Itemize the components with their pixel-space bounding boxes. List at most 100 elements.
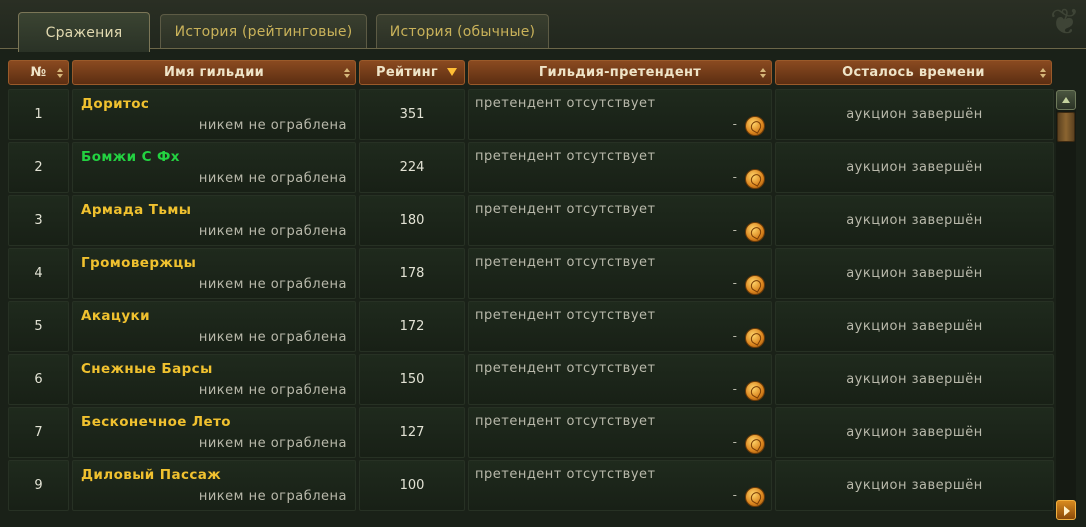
column-header-guild-label: Имя гильдии — [163, 65, 265, 80]
guild-name-link[interactable]: Доритос — [81, 96, 149, 112]
guild-cell: Доритос никем не ограблена — [72, 89, 356, 140]
gold-coin-icon[interactable] — [745, 275, 765, 295]
row-number: 7 — [8, 407, 69, 458]
pretender-status: претендент отсутствует — [475, 149, 656, 164]
robbed-status: никем не ограблена — [198, 383, 347, 398]
bid-value: - — [732, 329, 737, 343]
rating-value: 150 — [359, 354, 465, 405]
row-number: 1 — [8, 89, 69, 140]
guild-name-link[interactable]: Снежные Барсы — [81, 361, 213, 377]
guild-cell: Армада Тьмы никем не ограблена — [72, 195, 356, 246]
bid-value: - — [732, 117, 737, 131]
scroll-up-button[interactable] — [1056, 90, 1076, 110]
gold-coin-icon[interactable] — [745, 116, 765, 136]
battles-table: 1 Доритос никем не ограблена 351 претенд… — [8, 89, 1054, 526]
guild-cell: Бесконечное Лето никем не ограблена — [72, 407, 356, 458]
table-row[interactable]: 3 Армада Тьмы никем не ограблена 180 пре… — [8, 195, 1054, 246]
table-row[interactable]: 2 Бомжи С Фх никем не ограблена 224 прет… — [8, 142, 1054, 193]
guild-name-link[interactable]: Громовержцы — [81, 255, 196, 271]
gold-coin-icon[interactable] — [745, 434, 765, 454]
guild-cell: Бомжи С Фх никем не ограблена — [72, 142, 356, 193]
column-header-time-left[interactable]: Осталось времени — [775, 60, 1052, 85]
table-row[interactable]: 9 Диловый Пассаж никем не ограблена 100 … — [8, 460, 1054, 511]
table-row[interactable]: 4 Громовержцы никем не ограблена 178 пре… — [8, 248, 1054, 299]
rating-value: 224 — [359, 142, 465, 193]
sort-arrows-icon — [57, 68, 63, 78]
guild-name-link[interactable]: Бесконечное Лето — [81, 414, 231, 430]
pretender-cell: претендент отсутствует - — [468, 89, 772, 140]
robbed-status: никем не ограблена — [198, 489, 347, 504]
time-left-status: аукцион завершён — [775, 460, 1054, 511]
row-number: 4 — [8, 248, 69, 299]
table-row[interactable]: 7 Бесконечное Лето никем не ограблена 12… — [8, 407, 1054, 458]
bid-value: - — [732, 382, 737, 396]
ornament-decoration: ❦ — [1049, 2, 1080, 43]
scroll-thumb[interactable] — [1057, 112, 1075, 142]
column-header-time-left-label: Осталось времени — [842, 65, 985, 80]
time-left-status: аукцион завершён — [775, 301, 1054, 352]
pretender-cell: претендент отсутствует - — [468, 407, 772, 458]
pretender-cell: претендент отсутствует - — [468, 301, 772, 352]
row-number: 3 — [8, 195, 69, 246]
column-header-rating[interactable]: Рейтинг — [359, 60, 465, 85]
column-header-pretender[interactable]: Гильдия-претендент — [468, 60, 772, 85]
sort-descending-icon — [447, 68, 457, 76]
column-header-num[interactable]: № — [8, 60, 69, 85]
guild-cell: Снежные Барсы никем не ограблена — [72, 354, 356, 405]
guild-name-link[interactable]: Армада Тьмы — [81, 202, 191, 218]
pretender-status: претендент отсутствует — [475, 361, 656, 376]
pretender-cell: претендент отсутствует - — [468, 142, 772, 193]
robbed-status: никем не ограблена — [198, 171, 347, 186]
vertical-scrollbar[interactable] — [1056, 90, 1076, 520]
table-row[interactable]: 6 Снежные Барсы никем не ограблена 150 п… — [8, 354, 1054, 405]
scroll-down-button[interactable] — [1056, 500, 1076, 520]
bid-value: - — [732, 276, 737, 290]
time-left-status: аукцион завершён — [775, 195, 1054, 246]
rating-value: 180 — [359, 195, 465, 246]
robbed-status: никем не ограблена — [198, 436, 347, 451]
gold-coin-icon[interactable] — [745, 169, 765, 189]
row-number: 2 — [8, 142, 69, 193]
pretender-status: претендент отсутствует — [475, 255, 656, 270]
rating-value: 351 — [359, 89, 465, 140]
rating-value: 127 — [359, 407, 465, 458]
tab-history-rated[interactable]: История (рейтинговые) — [160, 14, 367, 48]
column-header-guild[interactable]: Имя гильдии — [72, 60, 356, 85]
bid-value: - — [732, 223, 737, 237]
time-left-status: аукцион завершён — [775, 142, 1054, 193]
guild-cell: Акацуки никем не ограблена — [72, 301, 356, 352]
column-header-rating-label: Рейтинг — [376, 65, 438, 80]
robbed-status: никем не ограблена — [198, 118, 347, 133]
guild-name-link[interactable]: Бомжи С Фх — [81, 149, 180, 165]
pretender-status: претендент отсутствует — [475, 96, 656, 111]
gold-coin-icon[interactable] — [745, 487, 765, 507]
tab-history-normal[interactable]: История (обычные) — [376, 14, 549, 48]
bid-value: - — [732, 170, 737, 184]
table-row[interactable]: 5 Акацуки никем не ограблена 172 претенд… — [8, 301, 1054, 352]
bid-value: - — [732, 435, 737, 449]
guild-cell: Диловый Пассаж никем не ограблена — [72, 460, 356, 511]
bid-value: - — [732, 488, 737, 502]
time-left-status: аукцион завершён — [775, 407, 1054, 458]
row-number: 9 — [8, 460, 69, 511]
guild-name-link[interactable]: Акацуки — [81, 308, 150, 324]
gold-coin-icon[interactable] — [745, 381, 765, 401]
time-left-status: аукцион завершён — [775, 354, 1054, 405]
rating-value: 172 — [359, 301, 465, 352]
row-number: 6 — [8, 354, 69, 405]
gold-coin-icon[interactable] — [745, 222, 765, 242]
pretender-cell: претендент отсутствует - — [468, 354, 772, 405]
tab-battles[interactable]: Сражения — [18, 12, 150, 52]
guild-name-link[interactable]: Диловый Пассаж — [81, 467, 221, 483]
pretender-cell: претендент отсутствует - — [468, 248, 772, 299]
time-left-status: аукцион завершён — [775, 89, 1054, 140]
pretender-status: претендент отсутствует — [475, 308, 656, 323]
row-number: 5 — [8, 301, 69, 352]
robbed-status: никем не ограблена — [198, 330, 347, 345]
sort-arrows-icon — [1040, 68, 1046, 78]
pretender-status: претендент отсутствует — [475, 202, 656, 217]
column-header-num-label: № — [30, 65, 47, 80]
gold-coin-icon[interactable] — [745, 328, 765, 348]
table-row[interactable]: 1 Доритос никем не ограблена 351 претенд… — [8, 89, 1054, 140]
sort-arrows-icon — [760, 68, 766, 78]
